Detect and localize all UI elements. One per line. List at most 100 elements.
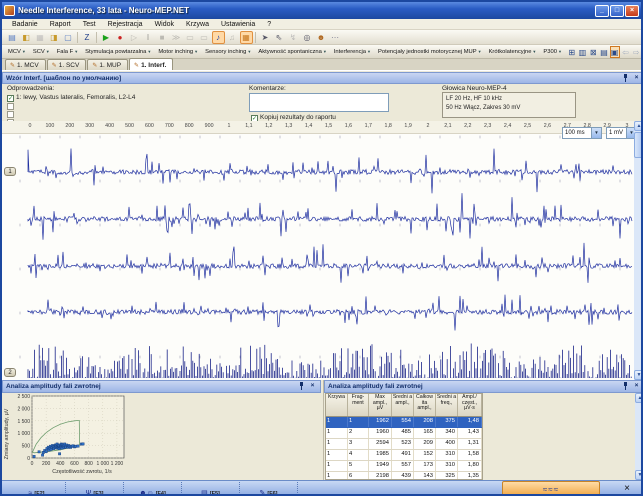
nav-back-icon[interactable]: ⇦ [621,46,631,58]
turns-amplitude-scatter[interactable]: 02004006008001 0001 20005001 0001 5002 0… [2,393,321,480]
scrollbar-thumb[interactable] [634,132,643,158]
stimulus-icon[interactable]: ↯ [287,31,300,44]
open-exam-icon[interactable]: ◧ [20,31,33,44]
table-vertical-scrollbar[interactable]: ▲ ▼ [635,393,643,480]
lead-1-checkbox[interactable]: ✓1: lewy, Vastus lateralis, Femoralis, L… [7,94,135,102]
komentarz-f6-button[interactable]: ✎[F6]Komentarz [240,482,298,496]
bottombar-close-icon[interactable]: × [621,483,633,495]
menu-item-ustawienia[interactable]: Ustawienia [215,21,261,28]
aktywnosc-f2-button[interactable]: ≈[F2]Aktywność [8,482,66,496]
table-header-cell[interactable]: Średni a freq., [436,394,458,416]
new-test-icon[interactable]: ▢ [62,31,75,44]
scroll-up-icon[interactable]: ▲ [634,121,643,131]
table-row[interactable]: 1119625542083751,48 [326,417,482,428]
monitor-view-icon[interactable]: ▣ [610,46,620,58]
tab-1mup[interactable]: ✎1. MUP [87,59,128,70]
scroll-up-icon[interactable]: ▲ [635,393,643,403]
test-button-motor-inching[interactable]: Motor inching▼ [155,47,201,57]
resume-icon[interactable]: ▷ [128,31,141,44]
emg-chart-area[interactable]: 010020030040050060070080090011,11,21,31,… [2,121,643,380]
table-row[interactable]: 1219604851653401,43 [326,428,482,439]
table-header-cell[interactable]: Frag- ment [348,394,369,416]
stimulation-pattern-icon[interactable]: ▦ [240,31,253,44]
druga-strona-f4-button[interactable]: ☻☺[F4]Druga strona [124,482,182,496]
timebase-select[interactable]: 100 ms▼ [562,127,602,139]
test-button-kr-tkolatencyjne[interactable]: Krótkolatencyjne▼ [486,47,540,57]
menu-item-badanie[interactable]: Badanie [6,21,44,28]
speaker-off-icon[interactable]: ♫ [226,31,239,44]
mup-f3-button[interactable]: Ψ[F3]MUP [66,482,124,496]
screen-a-icon[interactable]: ▭ [184,31,197,44]
test-button-aktywno---spontaniczna[interactable]: Aktywność spontaniczna▼ [255,47,329,57]
menu-item-raport[interactable]: Raport [44,21,77,28]
speaker-icon[interactable]: ♪ [212,31,225,44]
table-header-cell[interactable]: Krzywa [326,394,348,416]
test-button-scv[interactable]: SCV▼ [30,47,53,57]
table-row[interactable]: 1621984391433251,35 [326,472,482,480]
restore-button[interactable]: □ [610,5,624,17]
table-header-cell[interactable]: Średni a ampl., [392,394,414,416]
lead-2-checkbox[interactable] [7,103,14,110]
histogram-view-icon[interactable]: ▥ [578,46,588,58]
screen-b-icon[interactable]: ▭ [198,31,211,44]
close-button[interactable]: × [625,5,639,17]
patients-icon[interactable]: ☻ [315,31,328,44]
record-icon[interactable]: ● [114,31,127,44]
menu-item-krzywa[interactable]: Krzywa [180,21,215,28]
nav-forward-icon[interactable]: ⇨ [631,46,641,58]
table-row[interactable]: 1519495571733101,80 [326,461,482,472]
pin-icon[interactable] [297,382,306,391]
export-exam-icon[interactable]: ◨ [48,31,61,44]
channel-1-marker[interactable]: 1 [4,167,16,176]
start-icon[interactable]: ▶ [100,31,113,44]
lead-3-checkbox[interactable] [7,111,14,118]
table-row[interactable]: 1325945232094001,31 [326,439,482,450]
menu-item-widok[interactable]: Widok [149,21,180,28]
menu-item-rejestracja[interactable]: Rejestracja [102,21,149,28]
stop-icon[interactable]: ■ [156,31,169,44]
test-button-fala-f[interactable]: Fala F▼ [54,47,81,57]
tab-1interf[interactable]: ✎1. Interf. [129,58,173,70]
print-icon[interactable]: ⊠ [588,46,598,58]
interference-active-button[interactable]: ≈≈≈ [502,481,600,496]
step-icon[interactable]: ≫ [170,31,183,44]
scroll-down-icon[interactable]: ▼ [634,370,643,380]
probe-icon[interactable]: ➤ [259,31,272,44]
close-panel-icon[interactable]: × [632,74,641,83]
test-button-stymulacja-powtarzalna[interactable]: Stymulacja powtarzalna▼ [82,47,154,57]
title-bar[interactable]: Needle Interference, 33 lata - Neuro-MEP… [2,2,641,19]
nowy-miesien-f5-button[interactable]: ▤[F5]Nowy mięsień [182,482,240,496]
tab-1mcv[interactable]: ✎1. MCV [5,59,46,70]
tab-1scv[interactable]: ✎1. SCV [47,59,87,70]
test-button-sensory-inching[interactable]: Sensory inching▼ [202,47,254,57]
test-button-mcv[interactable]: MCV▼ [5,47,29,57]
test-button-potencja-y-jednostki-motorycznej-mup[interactable]: Potencjały jednostki motorycznej MUP▼ [375,47,485,57]
minimize-button[interactable]: _ [595,5,609,17]
channel-2-marker[interactable]: 2 [4,368,16,377]
scroll-down-icon[interactable]: ▼ [635,470,643,480]
table-row[interactable]: 1419854911523101,58 [326,450,482,461]
pin-icon[interactable] [621,74,630,83]
menu-item-[interactable]: ? [261,21,277,28]
table-view-icon[interactable]: ⊞ [567,46,577,58]
save-exam-icon[interactable]: ▦ [34,31,47,44]
close-panel-icon[interactable]: × [308,382,317,391]
test-button-p300[interactable]: P300▼ [540,47,565,57]
cursor-icon[interactable]: ⇖ [273,31,286,44]
table-header-cell[interactable]: Całkow ita ampl., [414,394,436,416]
zoom-icon[interactable]: ◎ [301,31,314,44]
pin-icon[interactable] [621,382,630,391]
results-table[interactable]: KrzywaFrag- mentMax ampl., µVŚredni a am… [325,393,483,480]
menu-item-test[interactable]: Test [77,21,102,28]
gain-select[interactable]: 1 mV▼ [606,127,637,139]
new-exam-icon[interactable]: ▤ [6,31,19,44]
close-panel-icon[interactable]: × [632,382,641,391]
report-view-icon[interactable]: ▤ [599,46,609,58]
test-button-interferencja[interactable]: Interferencja▼ [331,47,374,57]
comment-input[interactable] [249,93,389,112]
pause-icon[interactable]: ‖ [142,31,155,44]
chart-vertical-scrollbar[interactable]: ▲ ▼ [634,121,643,380]
z-transform-icon[interactable]: Z [81,31,94,44]
table-header-cell[interactable]: Max ampl., µV [369,394,392,416]
table-header-cell[interactable]: Ampl./ częst., µV·s [458,394,482,416]
